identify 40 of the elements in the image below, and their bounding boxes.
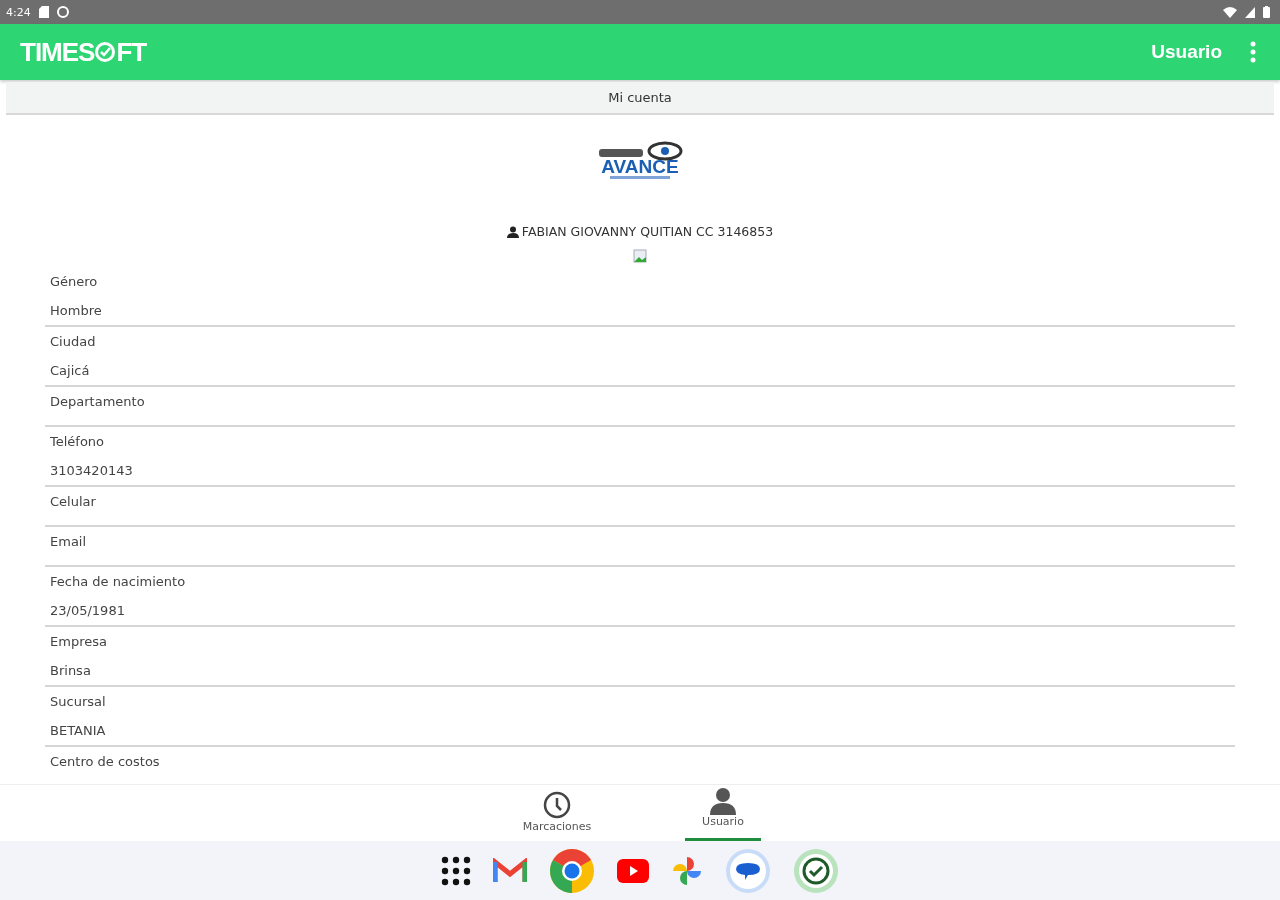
app-grid-icon[interactable]	[441, 855, 471, 886]
field-value: Brinsa	[50, 663, 91, 678]
field-value: BETANIA	[50, 723, 106, 738]
field-label: Empresa	[50, 633, 108, 651]
nav-tab[interactable]: Marcaciones	[519, 785, 595, 841]
app-bar-title: Usuario	[1151, 41, 1222, 63]
field-value: 23/05/1981	[50, 603, 125, 618]
check-circle-icon	[94, 41, 117, 63]
mail-icon[interactable]	[493, 857, 527, 884]
person-icon	[506, 225, 519, 238]
field-label: Fecha de nacimiento	[50, 573, 187, 591]
field-label: Departamento	[50, 393, 146, 411]
field-value: Hombre	[50, 303, 102, 318]
field-label: Ciudad	[50, 333, 97, 351]
battery-icon	[1263, 6, 1270, 18]
person-icon	[710, 787, 736, 815]
chat-bubble-icon[interactable]	[725, 847, 771, 894]
broken-image-icon	[633, 249, 647, 263]
company-logo: AVANCE	[595, 141, 685, 180]
field-label: Celular	[50, 493, 97, 511]
logo-text: FT	[116, 36, 147, 68]
user-name: FABIAN GIOVANNY QUITIAN CC 3146853	[521, 224, 774, 239]
check-circle-icon[interactable]	[793, 847, 839, 894]
sd-card-icon	[38, 6, 49, 18]
field-label: Sucursal	[50, 693, 107, 711]
field-value: Cajicá	[50, 363, 90, 378]
clock-time: 4:24	[6, 5, 31, 19]
pinwheel-icon[interactable]	[671, 854, 703, 887]
clock-icon	[542, 790, 572, 820]
browser-icon[interactable]	[549, 847, 595, 894]
section-title: Mi cuenta	[608, 90, 672, 105]
logo-text: TIMES	[20, 36, 95, 68]
field-value: 3103420143	[50, 463, 133, 478]
field-label: Email	[50, 533, 88, 551]
field-label: Género	[50, 273, 99, 291]
signal-icon	[1245, 6, 1255, 18]
wifi-icon	[1223, 6, 1237, 18]
field-label: Centro de costos	[50, 753, 161, 771]
field-label: Teléfono	[50, 433, 106, 451]
play-icon[interactable]	[617, 858, 649, 883]
